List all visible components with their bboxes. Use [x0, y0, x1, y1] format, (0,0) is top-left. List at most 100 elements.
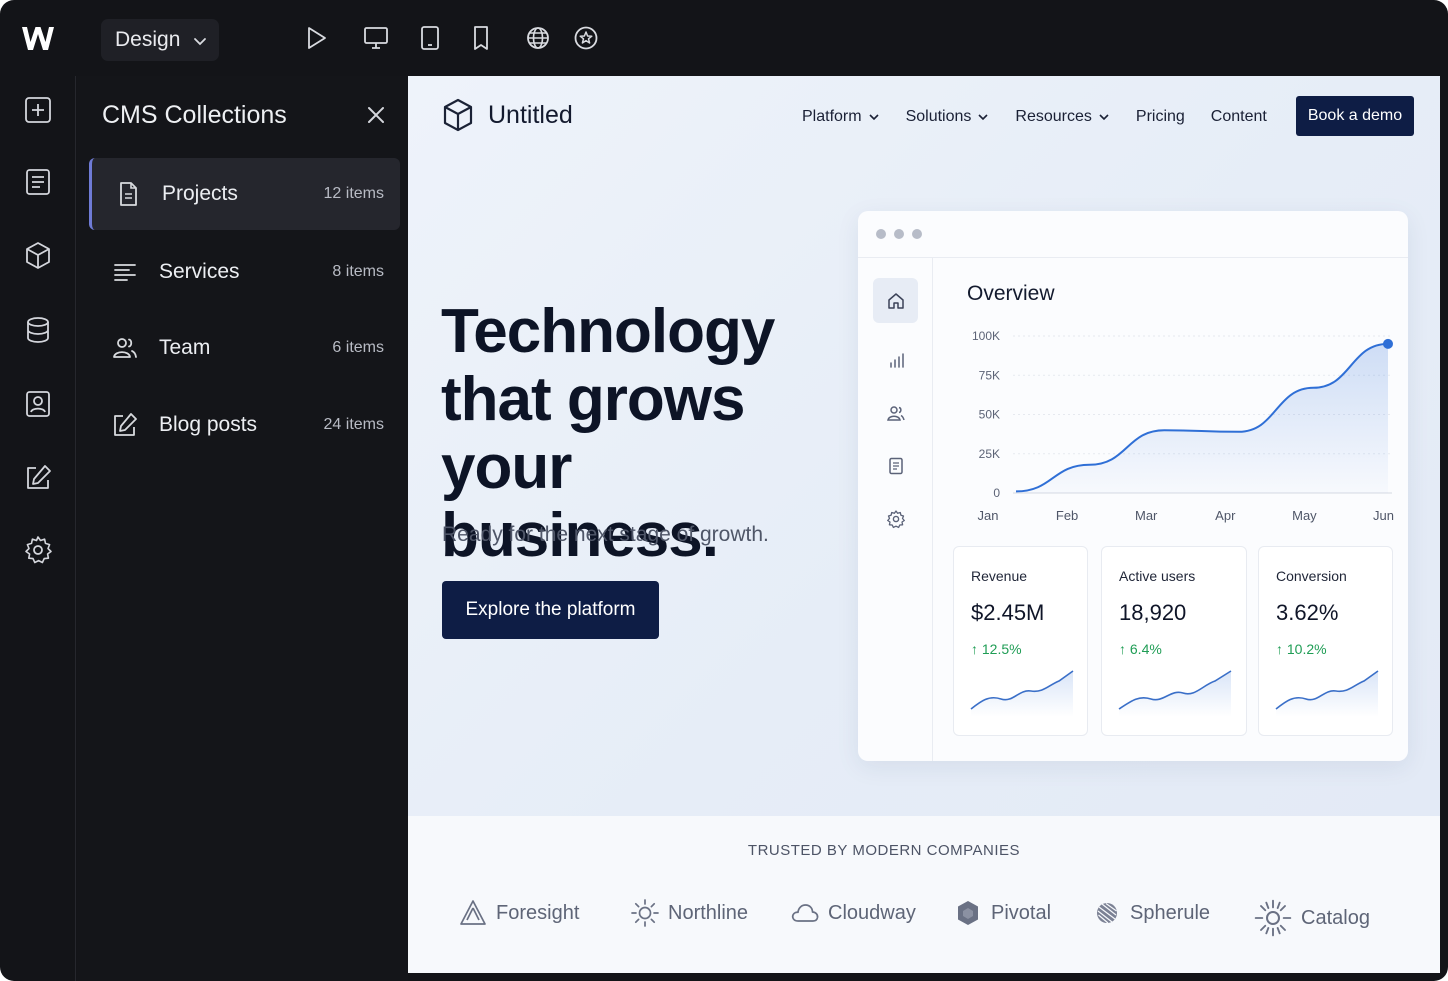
triangle-logo-icon — [460, 900, 486, 925]
kpi-label: Revenue — [971, 568, 1028, 584]
x-tick-label: Apr — [1215, 508, 1236, 523]
settings-badge-icon[interactable] — [572, 24, 600, 52]
y-tick-label: 100K — [972, 329, 1000, 343]
collection-item-projects[interactable]: Projects 12 items — [89, 158, 400, 230]
nav-label: Resources — [1015, 108, 1092, 125]
users-icon[interactable] — [886, 403, 906, 423]
collection-label: Blog posts — [159, 413, 258, 436]
logo-name: Foresight — [496, 901, 580, 924]
kpi-delta: ↑ 6.4% — [1119, 641, 1162, 657]
logo-northline: Northline — [630, 898, 748, 928]
collection-count: 24 items — [323, 416, 384, 433]
nav-platform[interactable]: Platform — [802, 106, 880, 128]
nav-pricing[interactable]: Pricing — [1136, 106, 1185, 128]
brand-name: Untitled — [488, 100, 573, 129]
nav-resources[interactable]: Resources — [1015, 106, 1109, 128]
tablet-view-icon[interactable] — [416, 24, 444, 52]
list-icon — [111, 258, 139, 286]
dashboard-sidebar — [858, 258, 933, 761]
hero-section: Untitled Platform Solutions Resources Pr… — [408, 76, 1440, 816]
sparkline — [1275, 670, 1379, 717]
logo-cloudway: Cloudway — [790, 898, 916, 928]
book-demo-button[interactable]: Book a demo — [1296, 96, 1414, 136]
collection-item-team[interactable]: Team 6 items — [89, 312, 400, 384]
chevron-down-icon — [869, 114, 879, 121]
sparkline — [970, 670, 1074, 717]
kpi-value: $2.45M — [971, 600, 1045, 625]
collection-label: Services — [159, 260, 240, 283]
cloud-logo-icon — [791, 904, 819, 922]
webflow-logo-icon[interactable] — [18, 22, 58, 56]
hexagon-logo-icon — [958, 901, 978, 925]
edit-icon[interactable] — [22, 462, 54, 494]
kpi-card-active-users: Active users 18,920 ↑ 6.4% — [1101, 546, 1247, 736]
document-icon[interactable] — [886, 456, 906, 476]
cms-database-icon[interactable] — [22, 314, 54, 346]
design-canvas[interactable]: Untitled Platform Solutions Resources Pr… — [408, 76, 1440, 973]
gear-icon[interactable] — [22, 534, 54, 566]
site-brand[interactable]: Untitled — [442, 98, 573, 132]
collection-label: Projects — [162, 182, 238, 205]
logo-foresight: Foresight — [458, 898, 579, 928]
x-tick-label: Mar — [1135, 508, 1158, 523]
cube-logo-icon — [443, 98, 473, 132]
close-icon[interactable] — [365, 104, 387, 126]
bar-chart-icon[interactable] — [886, 350, 906, 370]
burst-logo-icon — [1254, 899, 1292, 937]
logo-pivotal: Pivotal — [953, 898, 1051, 928]
site-nav: Platform Solutions Resources Pricing Con… — [802, 106, 1293, 128]
home-icon[interactable] — [886, 291, 906, 311]
area-fill — [1016, 343, 1388, 493]
document-icon — [114, 180, 142, 208]
logo-name: Cloudway — [828, 901, 916, 924]
webflow-editor: Design CMS Collections Projects 12 items… — [0, 0, 1448, 981]
collection-count: 6 items — [332, 339, 384, 356]
kpi-value: 3.62% — [1276, 600, 1339, 625]
users-icon — [111, 334, 139, 362]
left-rail — [0, 76, 76, 981]
logo-name: Spherule — [1130, 901, 1211, 924]
mode-select[interactable]: Design — [101, 19, 219, 61]
y-tick-label: 75K — [979, 368, 1000, 382]
nav-label: Content — [1210, 108, 1267, 125]
window-dot — [894, 229, 904, 239]
y-tick-label: 25K — [979, 447, 1000, 461]
preview-play-icon[interactable] — [302, 24, 330, 52]
y-tick-label: 0 — [993, 486, 1000, 500]
collection-item-blog-posts[interactable]: Blog posts 24 items — [89, 389, 400, 461]
nav-content[interactable]: Content — [1211, 106, 1267, 128]
cms-collections-panel: CMS Collections Projects 12 items Servic… — [77, 76, 408, 981]
chevron-down-icon — [978, 114, 988, 121]
y-tick-label: 50K — [979, 408, 1000, 422]
window-dots — [876, 229, 922, 239]
gear-icon[interactable] — [886, 509, 906, 529]
explore-platform-button[interactable]: Explore the platform — [442, 581, 659, 639]
data-point-last[interactable] — [1383, 338, 1393, 349]
collection-label: Team — [159, 336, 211, 359]
window-dot — [912, 229, 922, 239]
overview-title: Overview — [967, 282, 1055, 305]
chevron-down-icon — [194, 38, 207, 46]
sphere-logo-icon — [1097, 903, 1117, 924]
globe-icon[interactable] — [524, 24, 552, 52]
desktop-view-icon[interactable] — [362, 24, 390, 52]
mobile-view-icon[interactable] — [467, 24, 495, 52]
kpi-label: Conversion — [1276, 568, 1347, 584]
collection-count: 8 items — [332, 263, 384, 280]
users-contact-icon[interactable] — [22, 388, 54, 420]
components-cube-icon[interactable] — [22, 240, 54, 272]
kpi-value: 18,920 — [1119, 600, 1187, 625]
nav-label: Solutions — [905, 108, 972, 125]
kpi-delta: ↑ 12.5% — [971, 641, 1022, 657]
mode-select-label: Design — [115, 28, 181, 51]
pages-icon[interactable] — [22, 166, 54, 198]
add-element-icon[interactable] — [22, 94, 54, 126]
top-bar: Design — [0, 0, 1448, 76]
edit-icon — [111, 411, 139, 439]
nav-solutions[interactable]: Solutions — [906, 106, 990, 128]
kpi-card-conversion: Conversion 3.62% ↑ 10.2% — [1258, 546, 1393, 736]
overview-area-chart: 0 25K 50K 75K 100K Jan Feb Mar Apr May Jun — [972, 329, 1394, 523]
collection-item-services[interactable]: Services 8 items — [89, 236, 400, 308]
chevron-down-icon — [1099, 114, 1109, 121]
logo-spherule: Spherule — [1092, 898, 1210, 928]
